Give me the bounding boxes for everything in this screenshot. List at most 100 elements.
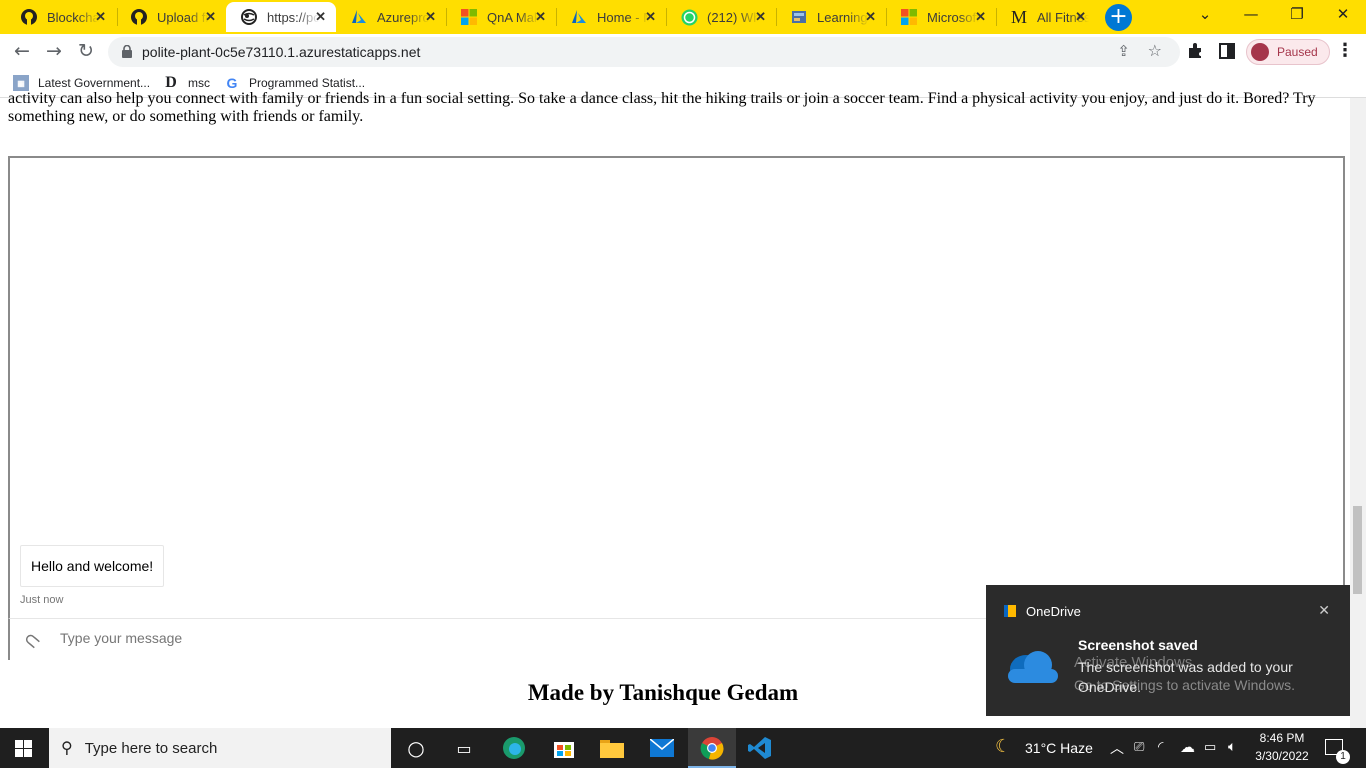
meet-now-icon[interactable]: ⎚ [1134,739,1144,755]
windows-start-icon[interactable] [15,740,32,757]
microsoft-icon [900,8,918,26]
weather-icon[interactable]: ☾ [995,736,1011,757]
bookmark-label: msc [188,76,210,90]
tab-label: QnA Maker [487,9,539,25]
attachment-icon[interactable]: ⊂ [18,625,46,654]
clock-date[interactable]: 3/30/2022 [1250,749,1314,763]
onedrive-notification[interactable]: OneDrive ✕ Activate Windows Go to Settin… [986,585,1350,716]
scrollbar-thumb[interactable] [1353,506,1362,594]
search-icon: ⚲ [61,740,73,757]
file-explorer-icon[interactable] [599,736,625,760]
forward-icon[interactable]: → [42,40,66,62]
bookmark-latest-government[interactable]: ▦ Latest Government... [13,75,150,91]
volume-icon[interactable]: 🔈︎ [1228,738,1236,755]
reload-icon[interactable]: ↻ [74,40,98,62]
new-tab-button[interactable]: + [1105,4,1132,31]
close-icon[interactable]: ✕ [95,9,106,25]
extensions-icon[interactable] [1186,42,1204,60]
restore-icon[interactable]: ❐ [1282,5,1312,23]
onedrive-small-icon [1004,605,1016,617]
tab-polite-plant[interactable]: https://polite ✕ [226,2,336,32]
chrome-icon [700,737,724,760]
tab-qna-maker[interactable]: QnA Maker ✕ [446,2,556,32]
learning-icon [790,8,808,26]
vscode-icon[interactable] [747,736,773,760]
close-window-icon[interactable]: ✕ [1328,5,1358,23]
microsoft-icon [460,8,478,26]
tab-blockchain[interactable]: Blockchain ✕ [6,2,116,32]
close-icon[interactable]: ✕ [755,9,766,25]
notification-count-badge: 1 [1336,750,1350,764]
bookmark-label: Latest Government... [38,76,151,90]
tab-home-microsoft[interactable]: Home - Microsoft ✕ [556,2,666,32]
tab-upload-files[interactable]: Upload files ✕ [116,2,226,32]
github-icon [20,8,38,26]
address-bar[interactable]: polite-plant-0c5e73110.1.azurestaticapps… [108,37,1180,67]
profile-status: Paused [1277,45,1318,59]
lock-icon [122,45,132,58]
minimize-icon[interactable]: — [1236,5,1266,23]
taskbar-search-placeholder: Type here to search [84,739,218,757]
scrollbar[interactable] [1350,98,1366,728]
tab-label: (212) WhatsApp [707,9,759,25]
toast-body: The screenshot was added to your OneDriv… [1078,659,1293,695]
close-icon[interactable]: ✕ [315,9,326,25]
back-icon[interactable]: ← [10,40,34,62]
close-icon[interactable]: ✕ [535,9,546,25]
article-paragraph: activity can also help you connect with … [8,90,1316,125]
close-icon[interactable]: ✕ [1318,602,1330,619]
battery-icon[interactable]: ▭ [1204,739,1216,755]
tab-all-fitness[interactable]: M All Fitness ✕ [996,2,1096,32]
cloud-icon [1008,651,1058,683]
gov-icon: ▦ [13,75,29,91]
close-icon[interactable]: ✕ [645,9,656,25]
tab-microsoft[interactable]: Microsoft ✕ [886,2,996,32]
url-text: polite-plant-0c5e73110.1.azurestaticapps… [142,44,421,60]
azure-icon [350,8,368,26]
bookmark-programmed-statistics[interactable]: G Programmed Statist... [224,75,366,91]
menu-icon[interactable]: ⋮ [1336,40,1354,61]
store-icon[interactable] [551,736,577,760]
whatsapp-icon [680,8,698,26]
show-hidden-icons-icon[interactable]: ︿ [1110,738,1124,758]
tab-label: Azureprofile [377,9,429,25]
avatar [1251,43,1269,61]
weather-text[interactable]: 31°C Haze [1025,740,1093,756]
share-icon[interactable]: ⇪ [1117,42,1130,60]
tab-label: Home - Microsoft [597,9,649,25]
mail-icon[interactable] [649,736,675,760]
tab-whatsapp[interactable]: (212) WhatsApp ✕ [666,2,776,32]
browser-toolbar: ← → ↻ polite-plant-0c5e73110.1.azurestat… [0,34,1366,70]
cortana-icon[interactable]: ○ [403,736,429,760]
network-icon[interactable]: ◜ [1158,738,1163,755]
tab-azureprofile[interactable]: Azureprofile ✕ [336,2,446,32]
close-icon[interactable]: ✕ [205,9,216,25]
edge-icon[interactable] [501,736,527,760]
close-icon[interactable]: ✕ [425,9,436,25]
tab-label: Learning [817,9,868,25]
chrome-taskbar-button[interactable] [688,728,736,768]
close-icon[interactable]: ✕ [865,9,876,25]
google-icon: G [226,75,238,91]
toast-title: Screenshot saved [1078,637,1198,653]
tab-label: https://polite [267,9,319,25]
bookmark-label: Programmed Statist... [249,76,366,90]
chat-message-input[interactable] [60,630,960,646]
tab-label: Upload files [157,9,209,25]
bot-message-bubble: Hello and welcome! [20,545,165,587]
task-view-icon[interactable]: ▭ [451,736,477,760]
tab-learning[interactable]: Learning ✕ [776,2,886,32]
windows-taskbar: ⚲ Type here to search ○ ▭ ☾ 31°C Haze ︿ … [0,728,1366,768]
taskbar-search-box[interactable]: ⚲ Type here to search [49,728,391,768]
close-icon[interactable]: ✕ [1075,9,1086,25]
side-panel-icon[interactable] [1219,43,1235,59]
tab-strip: Blockchain ✕ Upload files ✕ https://poli… [0,0,1366,34]
bookmark-star-icon[interactable]: ☆ [1148,41,1162,60]
onedrive-tray-icon[interactable]: ☁ [1180,738,1195,756]
close-icon[interactable]: ✕ [975,9,986,25]
profile-button[interactable]: Paused [1246,39,1330,65]
tab-search-icon[interactable]: ⌄ [1190,5,1220,23]
bookmark-msc[interactable]: D msc [163,74,210,91]
clock-time[interactable]: 8:46 PM [1252,731,1312,745]
message-timestamp: Just now [20,594,64,606]
